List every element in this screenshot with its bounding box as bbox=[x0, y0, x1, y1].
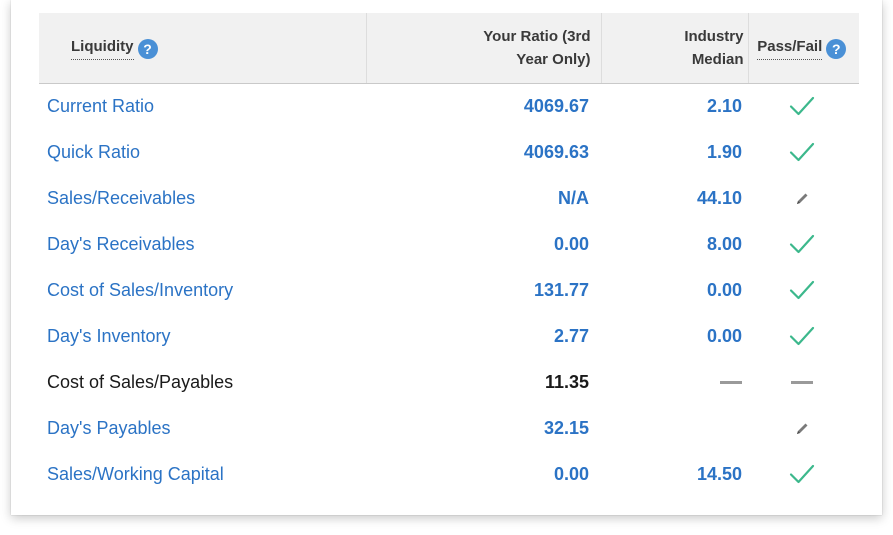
pass-fail-help-icon[interactable]: ? bbox=[826, 39, 847, 60]
dash-icon bbox=[790, 381, 813, 385]
ratio-name-link[interactable]: Day's Inventory bbox=[39, 313, 366, 359]
pass-fail-status bbox=[748, 175, 859, 221]
industry-median-value: 0.00 bbox=[706, 325, 742, 346]
column-header-your-ratio: Your Ratio (3rd Year Only) bbox=[365, 13, 601, 84]
pass-fail-header-label[interactable]: Pass/Fail bbox=[757, 35, 823, 61]
checkmark-icon bbox=[789, 233, 815, 254]
pass-fail-status bbox=[748, 129, 859, 175]
industry-median-value bbox=[601, 405, 748, 451]
ratio-name-link[interactable]: Sales/Receivables bbox=[39, 175, 366, 221]
industry-median-value bbox=[601, 359, 748, 405]
your-ratio-value: N/A bbox=[558, 187, 589, 208]
liquidity-table: Liquidity? Your Ratio (3rd Year Only) In… bbox=[39, 13, 859, 497]
industry-median-value: 14.50 bbox=[696, 463, 742, 484]
checkmark-icon bbox=[789, 141, 815, 162]
table-row: Sales/Receivables N/A 44.10 bbox=[39, 175, 859, 221]
pass-fail-status bbox=[748, 221, 859, 267]
pass-fail-status bbox=[748, 405, 859, 451]
industry-median-value: 44.10 bbox=[696, 187, 742, 208]
liquidity-help-icon[interactable]: ? bbox=[137, 39, 158, 60]
your-ratio-header-line1: Your Ratio (3rd bbox=[483, 27, 591, 45]
dash-icon bbox=[720, 381, 742, 385]
ratio-name-link[interactable]: Cost of Sales/Inventory bbox=[39, 267, 366, 313]
ratio-name-link: Cost of Sales/Payables bbox=[47, 371, 234, 392]
table-header-row: Liquidity? Your Ratio (3rd Year Only) In… bbox=[39, 13, 859, 84]
your-ratio-value: 0.00 bbox=[553, 233, 589, 254]
industry-median-value: 1.90 bbox=[706, 141, 742, 162]
your-ratio-header-line2: Year Only) bbox=[516, 50, 591, 68]
industry-median-value: 8.00 bbox=[706, 233, 742, 254]
pass-fail-status bbox=[748, 83, 859, 129]
pencil-icon bbox=[794, 188, 810, 208]
industry-median-header-line2: Median bbox=[691, 50, 744, 68]
table-row: Day's Receivables 0.00 8.00 bbox=[39, 221, 859, 267]
ratio-name-link[interactable]: Day's Payables bbox=[39, 405, 366, 451]
pencil-icon bbox=[794, 418, 810, 438]
pass-fail-status bbox=[748, 451, 859, 497]
table-row: Day's Inventory 2.77 0.00 bbox=[39, 313, 859, 359]
column-header-industry-median: Industry Median bbox=[600, 13, 748, 84]
your-ratio-value: 4069.67 bbox=[523, 95, 589, 116]
table-row: Day's Payables 32.15 bbox=[39, 405, 859, 451]
liquidity-ratios-panel: Liquidity? Your Ratio (3rd Year Only) In… bbox=[11, 0, 882, 515]
pass-fail-status bbox=[748, 267, 859, 313]
table-row: Cost of Sales/Payables 11.35 bbox=[39, 359, 859, 405]
your-ratio-value: 11.35 bbox=[544, 371, 589, 392]
table-row: Cost of Sales/Inventory 131.77 0.00 bbox=[39, 267, 859, 313]
ratio-name-link[interactable]: Sales/Working Capital bbox=[39, 451, 366, 497]
checkmark-icon bbox=[789, 279, 815, 300]
your-ratio-value: 2.77 bbox=[553, 325, 589, 346]
liquidity-header-label[interactable]: Liquidity bbox=[71, 35, 134, 61]
checkmark-icon bbox=[789, 95, 815, 116]
ratio-name-link[interactable]: Quick Ratio bbox=[39, 129, 366, 175]
industry-median-header-line1: Industry bbox=[684, 27, 744, 45]
column-header-liquidity: Liquidity? bbox=[39, 13, 366, 84]
your-ratio-value: 0.00 bbox=[553, 463, 589, 484]
table-row: Quick Ratio 4069.63 1.90 bbox=[39, 129, 859, 175]
your-ratio-value: 131.77 bbox=[533, 279, 589, 300]
table-row: Sales/Working Capital 0.00 14.50 bbox=[39, 451, 859, 497]
checkmark-icon bbox=[789, 325, 815, 346]
table-row: Current Ratio 4069.67 2.10 bbox=[39, 83, 859, 129]
pass-fail-status bbox=[748, 313, 859, 359]
checkmark-icon bbox=[789, 463, 815, 484]
your-ratio-value: 4069.63 bbox=[523, 141, 589, 162]
ratio-name-link[interactable]: Current Ratio bbox=[39, 83, 366, 129]
ratio-name-link[interactable]: Day's Receivables bbox=[39, 221, 366, 267]
your-ratio-value: 32.15 bbox=[543, 417, 589, 438]
industry-median-value: 2.10 bbox=[706, 95, 742, 116]
industry-median-value: 0.00 bbox=[706, 279, 742, 300]
column-header-pass-fail: Pass/Fail? bbox=[747, 13, 859, 84]
pass-fail-status bbox=[748, 359, 859, 405]
